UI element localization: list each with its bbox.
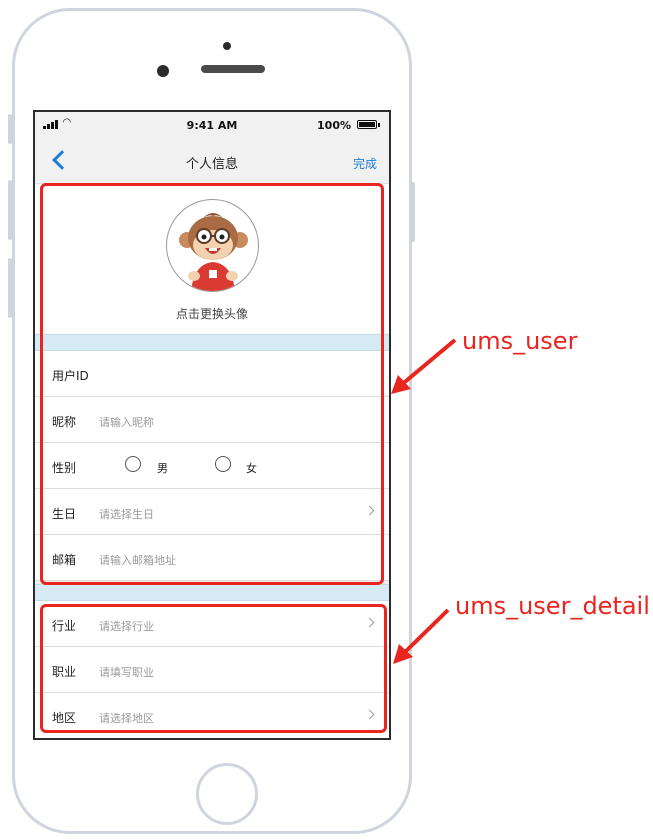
- power-button: [411, 182, 415, 242]
- top-camera-dot: [223, 42, 231, 50]
- mute-switch: [8, 114, 12, 144]
- ums-user-highlight-box: [40, 183, 384, 585]
- section-separator: [35, 584, 389, 601]
- volume-up-button: [8, 180, 12, 240]
- annotation-ums-user: ums_user: [462, 327, 578, 355]
- navigation-bar: 个人信息 完成: [35, 139, 389, 184]
- home-button[interactable]: [196, 763, 258, 825]
- volume-down-button: [8, 258, 12, 318]
- annotation-ums-user-detail: ums_user_detail: [455, 592, 650, 620]
- status-bar: ◠ 9:41 AM 100%: [35, 112, 389, 139]
- earpiece-speaker: [201, 65, 265, 73]
- front-camera: [157, 65, 169, 77]
- battery-percent: 100%: [317, 119, 351, 132]
- done-button[interactable]: 完成: [353, 155, 377, 172]
- battery-icon: [357, 120, 377, 129]
- page-title: 个人信息: [185, 157, 238, 172]
- ums-user-detail-highlight-box: [40, 604, 387, 733]
